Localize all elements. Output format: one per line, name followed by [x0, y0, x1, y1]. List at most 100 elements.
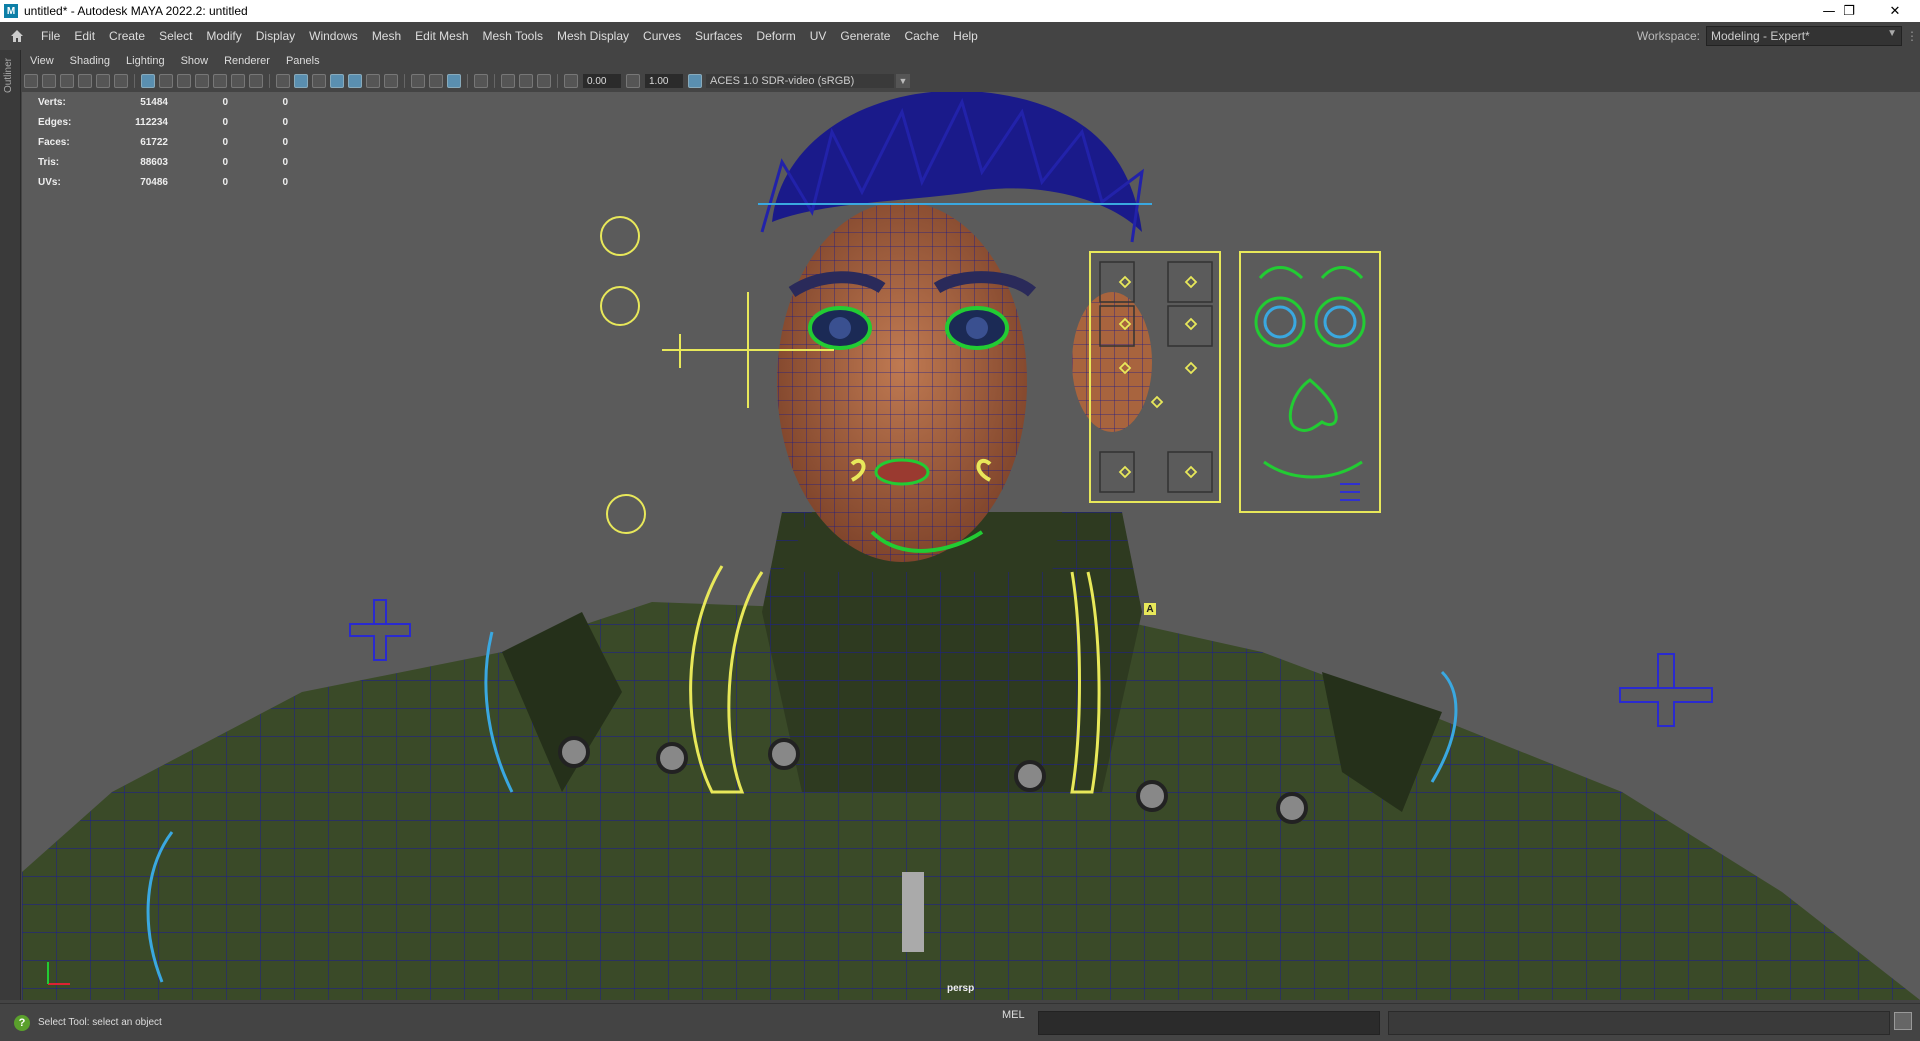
hud-uv-selected: 0	[282, 136, 288, 148]
outliner-label: Outliner	[3, 58, 14, 94]
hud-value: 112234	[135, 116, 168, 128]
bookmarks-icon[interactable]	[60, 74, 74, 88]
film-gate-icon[interactable]	[159, 74, 173, 88]
hud-selected: 0	[222, 136, 228, 148]
hud-value: 70486	[140, 176, 168, 188]
menu-deform[interactable]: Deform	[749, 29, 802, 43]
menu-file[interactable]: File	[34, 29, 67, 43]
menu-mesh[interactable]: Mesh	[365, 29, 408, 43]
window-title: untitled* - Autodesk MAYA 2022.2: untitl…	[24, 4, 248, 18]
hud-row: UVs: 70486 0 0	[38, 172, 288, 192]
workspace-selector: Workspace: Modeling - Expert* ▼ ⋮	[1637, 22, 1920, 50]
help-line-message: Select Tool: select an object	[38, 1017, 162, 1028]
hud-selected: 0	[222, 156, 228, 168]
xray-icon[interactable]	[501, 74, 515, 88]
menu-uv[interactable]: UV	[803, 29, 834, 43]
panel-menu-renderer[interactable]: Renderer	[216, 55, 278, 67]
panel-menu-lighting[interactable]: Lighting	[118, 55, 173, 67]
exposure-field[interactable]: 0.00	[583, 74, 621, 88]
gamma-icon[interactable]	[626, 74, 640, 88]
panel-menu-shading[interactable]: Shading	[62, 55, 118, 67]
isolate-select-icon[interactable]	[474, 74, 488, 88]
toolbar-divider	[467, 74, 468, 88]
outliner-strip[interactable]: Outliner	[0, 50, 21, 1000]
menu-mesh-tools[interactable]: Mesh Tools	[476, 29, 550, 43]
script-editor-icon[interactable]	[1894, 1012, 1912, 1030]
face-panel-label: A	[1144, 603, 1156, 615]
safe-action-icon[interactable]	[231, 74, 245, 88]
panel-toolbar: 0.00 1.00 ACES 1.0 SDR-video (sRGB) ▼	[22, 71, 1920, 91]
panel-menu-show[interactable]: Show	[173, 55, 217, 67]
viewport-persp[interactable]: Verts: 51484 0 0 Edges: 112234 0 0 Faces…	[22, 92, 1920, 1000]
hud-row: Tris: 88603 0 0	[38, 152, 288, 172]
motion-blur-icon[interactable]	[429, 74, 443, 88]
grid-icon[interactable]	[141, 74, 155, 88]
hud-selected: 0	[222, 116, 228, 128]
menu-edit-mesh[interactable]: Edit Mesh	[408, 29, 475, 43]
menu-edit[interactable]: Edit	[67, 29, 102, 43]
command-language-toggle[interactable]: MEL	[1002, 1009, 1025, 1021]
command-result-field	[1388, 1011, 1890, 1035]
close-button[interactable]: ✕	[1872, 0, 1918, 22]
hud-label: Tris:	[38, 156, 60, 168]
menu-generate[interactable]: Generate	[833, 29, 897, 43]
menu-windows[interactable]: Windows	[302, 29, 365, 43]
menu-create[interactable]: Create	[102, 29, 152, 43]
home-icon[interactable]	[6, 25, 28, 47]
shadows-icon[interactable]	[384, 74, 398, 88]
viewport-scene	[22, 92, 1920, 1000]
hud-uv-selected: 0	[282, 96, 288, 108]
wireframe-on-shaded-icon[interactable]	[330, 74, 344, 88]
camera-label: persp	[947, 983, 975, 994]
hud-row: Faces: 61722 0 0	[38, 132, 288, 152]
panel-menu-view[interactable]: View	[22, 55, 62, 67]
character-jacket	[22, 512, 1920, 1000]
gamma-field[interactable]: 1.00	[645, 74, 683, 88]
use-all-lights-icon[interactable]	[366, 74, 380, 88]
hud-row: Edges: 112234 0 0	[38, 112, 288, 132]
grease-pencil-icon[interactable]	[114, 74, 128, 88]
menu-surfaces[interactable]: Surfaces	[688, 29, 749, 43]
smooth-shade-icon[interactable]	[294, 74, 308, 88]
select-camera-icon[interactable]	[24, 74, 38, 88]
textured-icon[interactable]	[348, 74, 362, 88]
view-axis-icon	[47, 962, 70, 985]
screen-space-ao-icon[interactable]	[411, 74, 425, 88]
color-management-icon[interactable]	[688, 74, 702, 88]
menu-select[interactable]: Select	[152, 29, 199, 43]
anti-aliasing-icon[interactable]	[447, 74, 461, 88]
workspace-dropdown[interactable]: Modeling - Expert* ▼	[1706, 26, 1902, 46]
character-head	[758, 92, 1152, 572]
safe-title-icon[interactable]	[249, 74, 263, 88]
xray-active-icon[interactable]	[537, 74, 551, 88]
hud-value: 88603	[140, 156, 168, 168]
workspace-value: Modeling - Expert*	[1711, 29, 1810, 43]
hud-uv-selected: 0	[282, 176, 288, 188]
grip-icon[interactable]: ⋮	[1906, 29, 1920, 43]
camera-attributes-icon[interactable]	[42, 74, 56, 88]
panel-menu-bar: View Shading Lighting Show Renderer Pane…	[22, 52, 328, 70]
image-plane-icon[interactable]	[78, 74, 92, 88]
command-line-input[interactable]	[1038, 1011, 1380, 1035]
menu-mesh-display[interactable]: Mesh Display	[550, 29, 636, 43]
menu-curves[interactable]: Curves	[636, 29, 688, 43]
default-material-icon[interactable]	[312, 74, 326, 88]
field-chart-icon[interactable]	[213, 74, 227, 88]
menu-modify[interactable]: Modify	[199, 29, 248, 43]
hud-selected: 0	[222, 176, 228, 188]
xray-joints-icon[interactable]	[519, 74, 533, 88]
wireframe-icon[interactable]	[276, 74, 290, 88]
view-transform-dropdown[interactable]: ACES 1.0 SDR-video (sRGB) ▼	[706, 74, 910, 88]
menu-cache[interactable]: Cache	[897, 29, 946, 43]
toolbar-divider	[494, 74, 495, 88]
restore-button[interactable]: ❐	[1826, 0, 1872, 22]
hud-selected: 0	[222, 96, 228, 108]
gate-mask-icon[interactable]	[195, 74, 209, 88]
exposure-icon[interactable]	[564, 74, 578, 88]
menu-help[interactable]: Help	[946, 29, 985, 43]
resolution-gate-icon[interactable]	[177, 74, 191, 88]
hud-value: 61722	[140, 136, 168, 148]
2d-pan-zoom-icon[interactable]	[96, 74, 110, 88]
panel-menu-panels[interactable]: Panels	[278, 55, 328, 67]
menu-display[interactable]: Display	[249, 29, 302, 43]
